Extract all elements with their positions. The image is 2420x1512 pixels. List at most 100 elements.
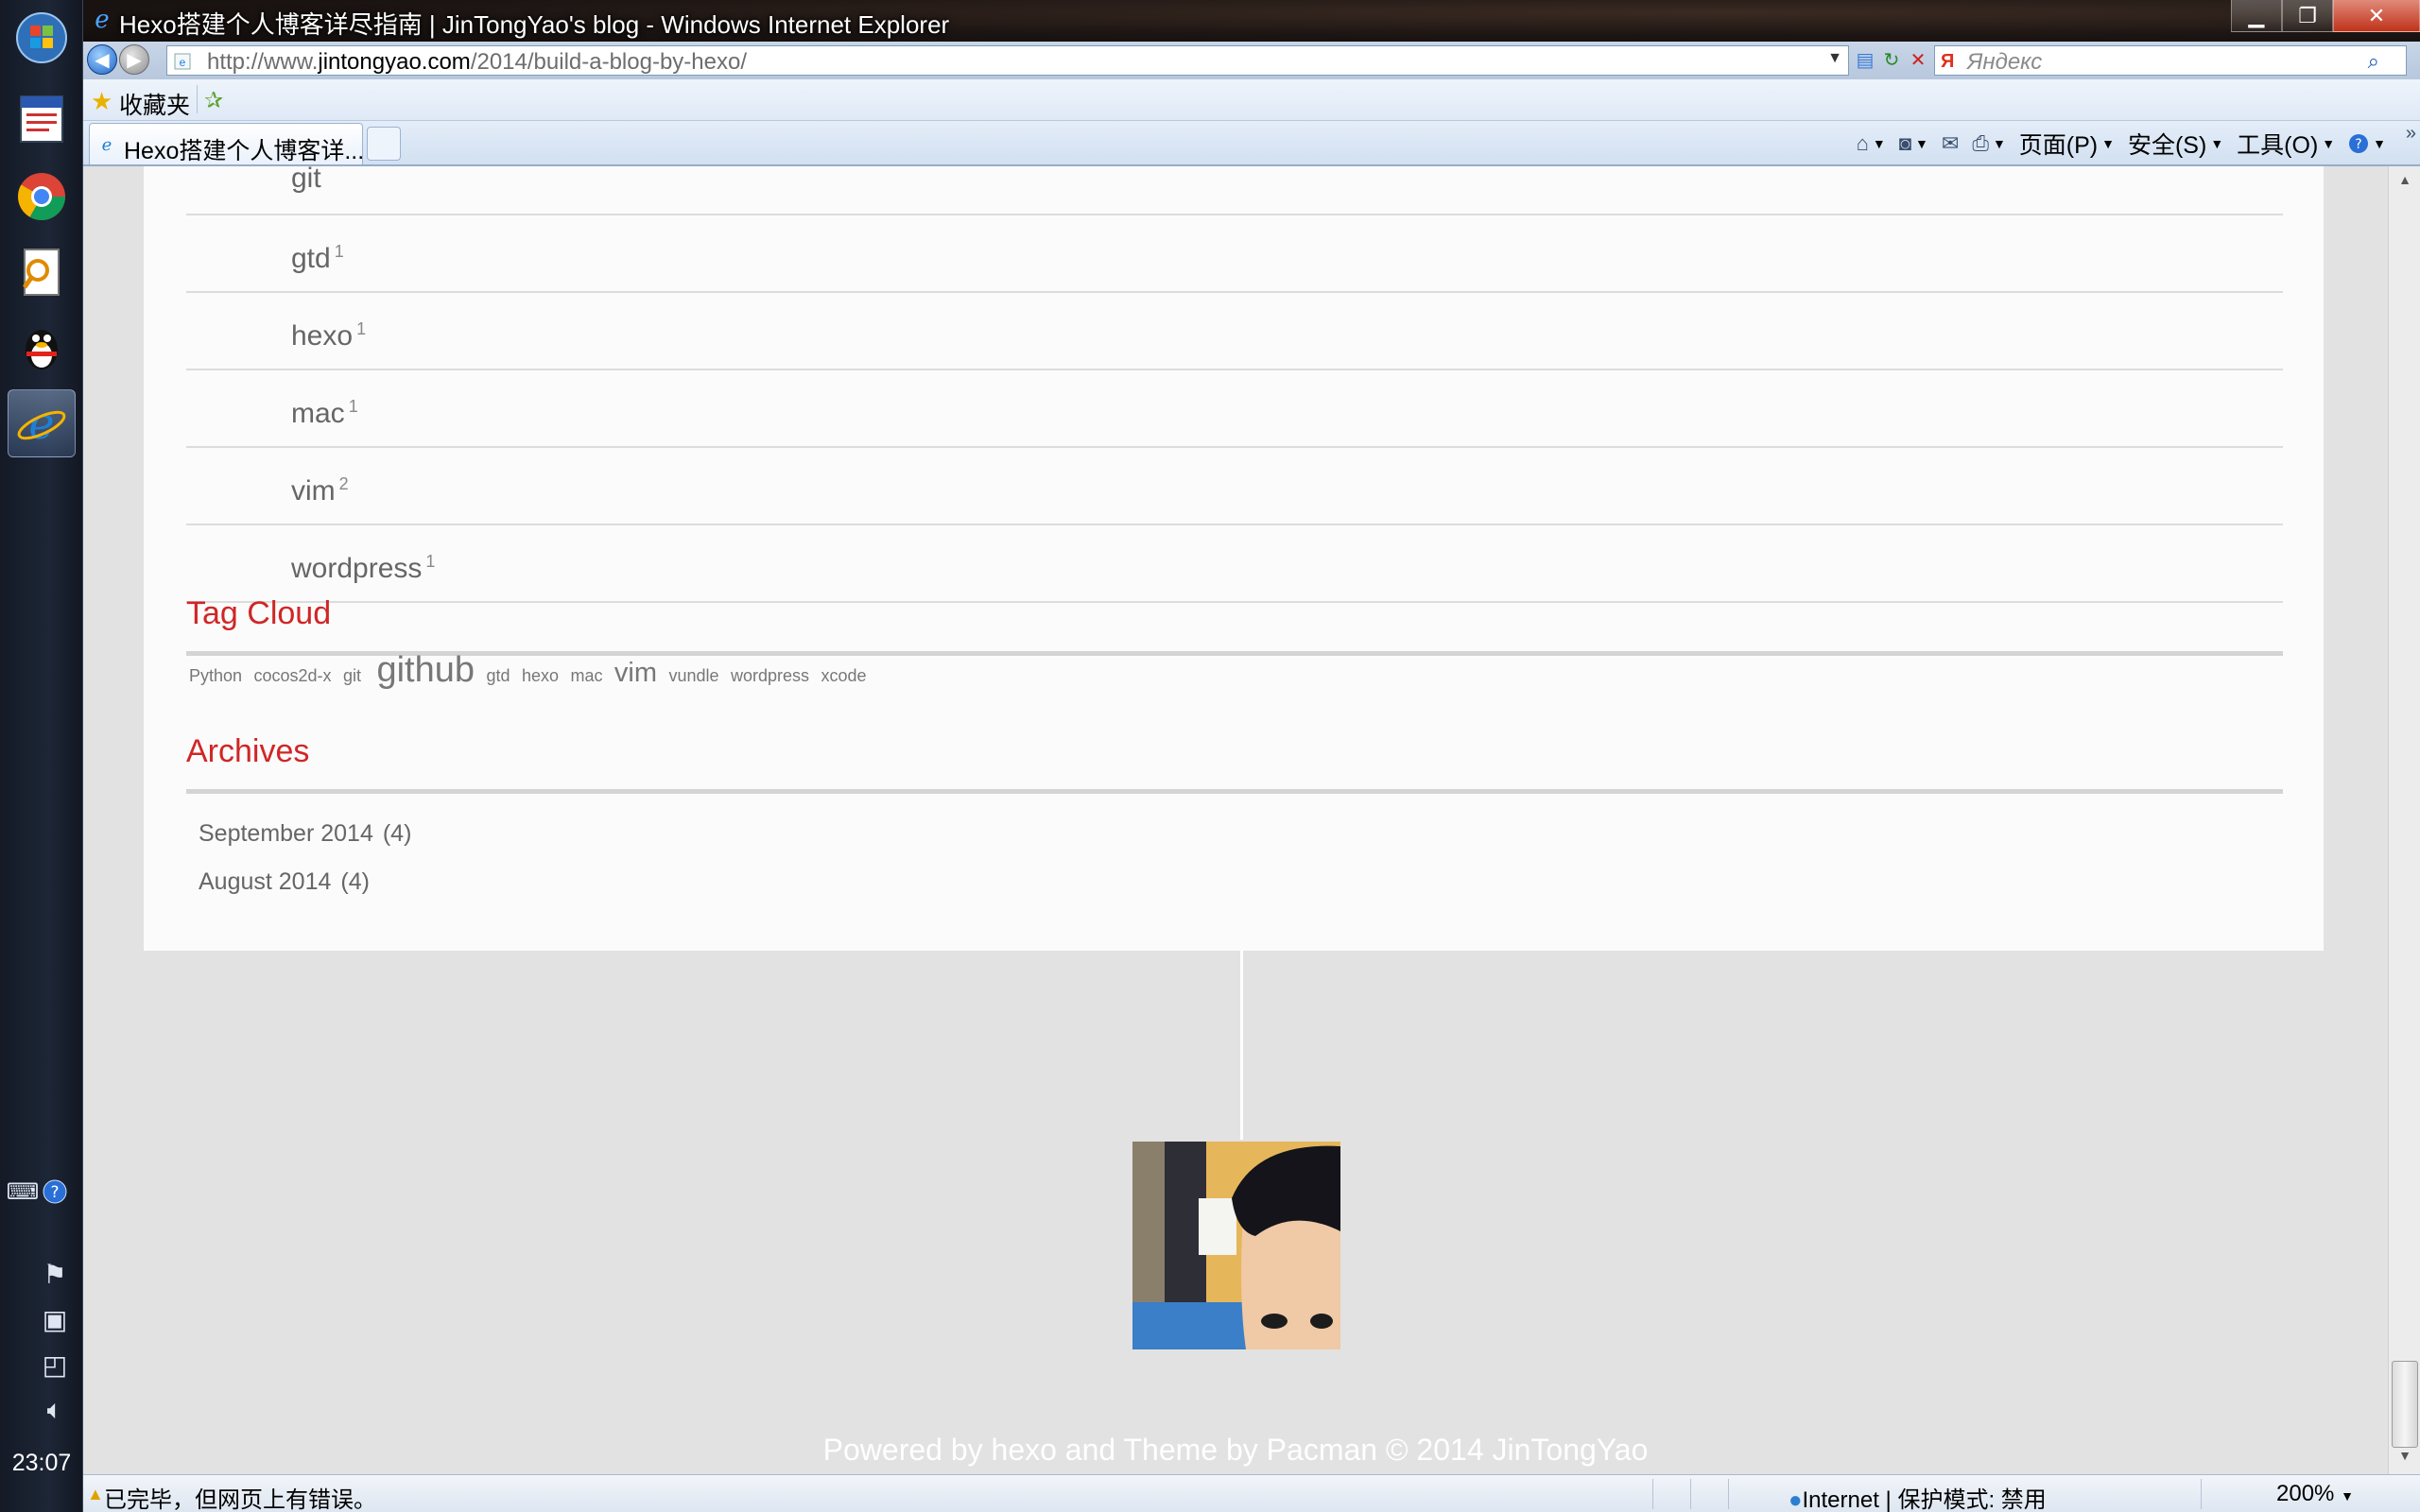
tag-cloud-link[interactable]: vundle: [668, 666, 718, 685]
security-zone[interactable]: ●Internet | 保护模式: 禁用: [1789, 1481, 2047, 1512]
search-box[interactable]: Я Яндекс ⌕: [1934, 45, 2407, 76]
mail-button[interactable]: ✉: [1942, 131, 1959, 156]
sidebar-content-card: git gtd 1 hexo 1 mac 1 vim 2 wordpress 1 Tag …: [144, 166, 2324, 951]
taskbar-viewer-app[interactable]: [8, 238, 76, 306]
tag-count: 1: [334, 242, 344, 261]
tools-menu[interactable]: 工具(O) ▼: [2237, 127, 2335, 161]
vertical-scrollbar[interactable]: ▲ ▼: [2388, 166, 2420, 1474]
network-icon[interactable]: ◰: [38, 1348, 72, 1382]
archive-link[interactable]: September 2014 (4): [199, 820, 411, 848]
volume-icon[interactable]: 🔈︎: [38, 1393, 72, 1427]
print-button[interactable]: ⎙ ▼: [1972, 131, 2005, 156]
tag-link[interactable]: wordpress 1: [291, 552, 435, 585]
tag-cloud-link[interactable]: mac: [570, 666, 602, 685]
help-icon[interactable]: ?: [38, 1175, 72, 1209]
restore-button[interactable]: ❐: [2282, 0, 2333, 32]
favorites-divider: [197, 85, 198, 113]
system-clock[interactable]: 23:07: [0, 1450, 83, 1477]
tag-cloud-link[interactable]: cocos2d-x: [254, 666, 332, 685]
window-title: Hexo搭建个人博客详尽指南 | JinTongYao's blog - Win…: [119, 10, 950, 39]
tab-row: e Hexo搭建个人博客详... ⌂ ▼ ◙ ▼ ✉ ⎙ ▼ 页面(P) ▼ 安全(S)…: [83, 121, 2420, 166]
safety-menu[interactable]: 安全(S) ▼: [2128, 127, 2223, 161]
status-message[interactable]: 已完毕，但网页上有错误。: [104, 1481, 376, 1512]
timeline-line: [1240, 951, 1243, 1140]
help-menu[interactable]: ? ▼: [2348, 133, 2386, 154]
taskbar-qq[interactable]: [8, 314, 76, 382]
tag-list-item[interactable]: vim 2: [186, 448, 2283, 525]
tag-cloud-link[interactable]: hexo: [522, 666, 559, 685]
author-avatar[interactable]: [1132, 1142, 1340, 1349]
tag-count: 1: [425, 552, 436, 571]
address-url: http://www.jintongyao.com/2014/build-a-b…: [207, 49, 747, 75]
tab-label: Hexo搭建个人博客详...: [124, 138, 365, 164]
zoom-level[interactable]: 200% ▼: [2276, 1481, 2354, 1507]
tag-cloud-link[interactable]: xcode: [821, 666, 866, 685]
archives-heading: Archives: [186, 733, 310, 769]
archives-divider: [186, 789, 2283, 794]
power-icon[interactable]: ▣: [38, 1302, 72, 1336]
footer-credits: Powered by hexo and Theme by Pacman © 20…: [822, 1433, 1649, 1467]
internet-explorer-icon: e: [17, 398, 66, 449]
search-placeholder: Яндекс: [1967, 49, 2043, 75]
tag-cloud-link[interactable]: wordpress: [731, 666, 809, 685]
svg-text:e: e: [180, 56, 186, 69]
title-bar[interactable]: e Hexo搭建个人博客详尽指南 | JinTongYao's blog - W…: [83, 0, 2420, 42]
taskbar-internet-explorer[interactable]: e: [8, 389, 76, 457]
home-button[interactable]: ⌂ ▼: [1857, 131, 1886, 156]
ie-title-icon: e: [95, 6, 109, 32]
archive-count: (4): [382, 820, 412, 847]
minimize-button[interactable]: ▁: [2231, 0, 2282, 32]
add-favorite-icon[interactable]: ✰: [204, 87, 223, 114]
tag-link[interactable]: gtd 1: [291, 242, 344, 275]
tag-cloud-link[interactable]: git: [343, 666, 361, 685]
archive-link[interactable]: August 2014 (4): [199, 868, 370, 896]
start-button[interactable]: [8, 4, 76, 72]
archive-count: (4): [340, 868, 370, 895]
tag-cloud-link[interactable]: gtd: [486, 666, 510, 685]
status-divider: [1728, 1479, 1729, 1509]
windows-taskbar: e ⌨ ? ⚑ ▣ ◰ 🔈︎ 23:07: [0, 0, 83, 1512]
taskbar-chrome[interactable]: [8, 163, 76, 231]
stop-icon[interactable]: ✕: [1906, 47, 1930, 72]
back-button[interactable]: ◀: [87, 44, 117, 75]
tag-link[interactable]: mac 1: [291, 397, 358, 430]
scroll-down-arrow-icon[interactable]: ▼: [2389, 1448, 2420, 1476]
address-dropdown-icon[interactable]: ▼: [1827, 50, 1842, 67]
favorites-bar: ★ 收藏夹 ✰: [83, 79, 2420, 121]
browser-tab[interactable]: e Hexo搭建个人博客详...: [89, 123, 365, 164]
scroll-up-arrow-icon[interactable]: ▲: [2389, 172, 2420, 200]
tag-cloud-link[interactable]: Python: [189, 666, 242, 685]
search-icon[interactable]: ⌕: [2368, 49, 2379, 74]
tag-list-item[interactable]: mac 1: [186, 370, 2283, 448]
page-menu[interactable]: 页面(P) ▼: [2019, 127, 2115, 161]
tag-list-item[interactable]: git: [186, 166, 2283, 215]
favorites-button[interactable]: 收藏夹: [119, 87, 190, 121]
forward-button[interactable]: ▶: [119, 44, 149, 75]
tag-list-item[interactable]: hexo 1: [186, 293, 2283, 370]
tag-list-item[interactable]: wordpress 1: [186, 525, 2283, 603]
new-tab-button[interactable]: [367, 127, 401, 161]
tag-cloud-heading: Tag Cloud: [186, 595, 332, 631]
feeds-button[interactable]: ◙ ▼: [1899, 131, 1928, 156]
close-button[interactable]: ✕: [2333, 0, 2420, 32]
tag-cloud-link[interactable]: vim: [614, 658, 657, 688]
windows-orb-icon: [16, 12, 67, 63]
address-field[interactable]: e http://www.jintongyao.com/2014/build-a…: [166, 45, 1849, 76]
status-divider: [1652, 1479, 1653, 1509]
keyboard-icon[interactable]: ⌨: [6, 1175, 40, 1209]
status-bar: ▲ 已完毕，但网页上有错误。 ●Internet | 保护模式: 禁用 200%…: [83, 1474, 2420, 1512]
rss-icon: ◙: [1898, 131, 1912, 155]
scrollbar-thumb[interactable]: [2392, 1361, 2418, 1448]
action-center-flag-icon[interactable]: ⚑: [38, 1257, 72, 1291]
more-commands-chevron-icon[interactable]: »: [2406, 123, 2416, 145]
favorites-star-icon[interactable]: ★: [91, 87, 112, 116]
tag-link[interactable]: vim 2: [291, 474, 349, 507]
tag-link[interactable]: git: [291, 166, 321, 195]
tag-list-item[interactable]: gtd 1: [186, 215, 2283, 293]
compatibility-view-icon[interactable]: ▤: [1853, 47, 1877, 72]
warning-icon[interactable]: ▲: [87, 1485, 104, 1504]
tag-cloud-link[interactable]: github: [376, 650, 475, 690]
tag-link[interactable]: hexo 1: [291, 319, 366, 352]
taskbar-notepad-app[interactable]: [8, 85, 76, 153]
refresh-icon[interactable]: ↻: [1879, 47, 1904, 72]
